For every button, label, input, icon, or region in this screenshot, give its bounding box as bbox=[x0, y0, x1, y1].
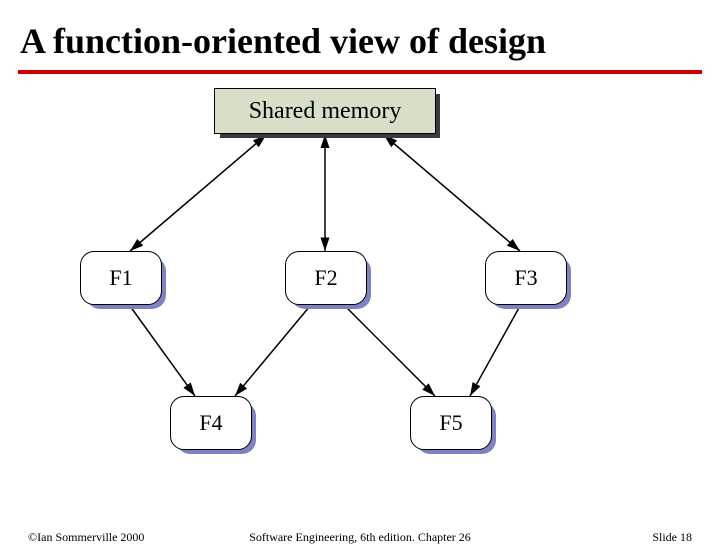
diagram: Shared memory F1 F2 F3 F4 F5 bbox=[60, 86, 620, 476]
node-f2-label: F2 bbox=[285, 251, 367, 305]
footer-center: Software Engineering, 6th edition. Chapt… bbox=[0, 530, 720, 545]
node-f5-label: F5 bbox=[410, 396, 492, 450]
node-f4-label: F4 bbox=[170, 396, 252, 450]
shared-memory-box: Shared memory bbox=[214, 88, 436, 134]
slide-title: A function-oriented view of design bbox=[20, 20, 546, 62]
footer-right: Slide 18 bbox=[652, 530, 692, 545]
node-f1-label: F1 bbox=[80, 251, 162, 305]
title-underline bbox=[18, 70, 702, 74]
node-f3-label: F3 bbox=[485, 251, 567, 305]
